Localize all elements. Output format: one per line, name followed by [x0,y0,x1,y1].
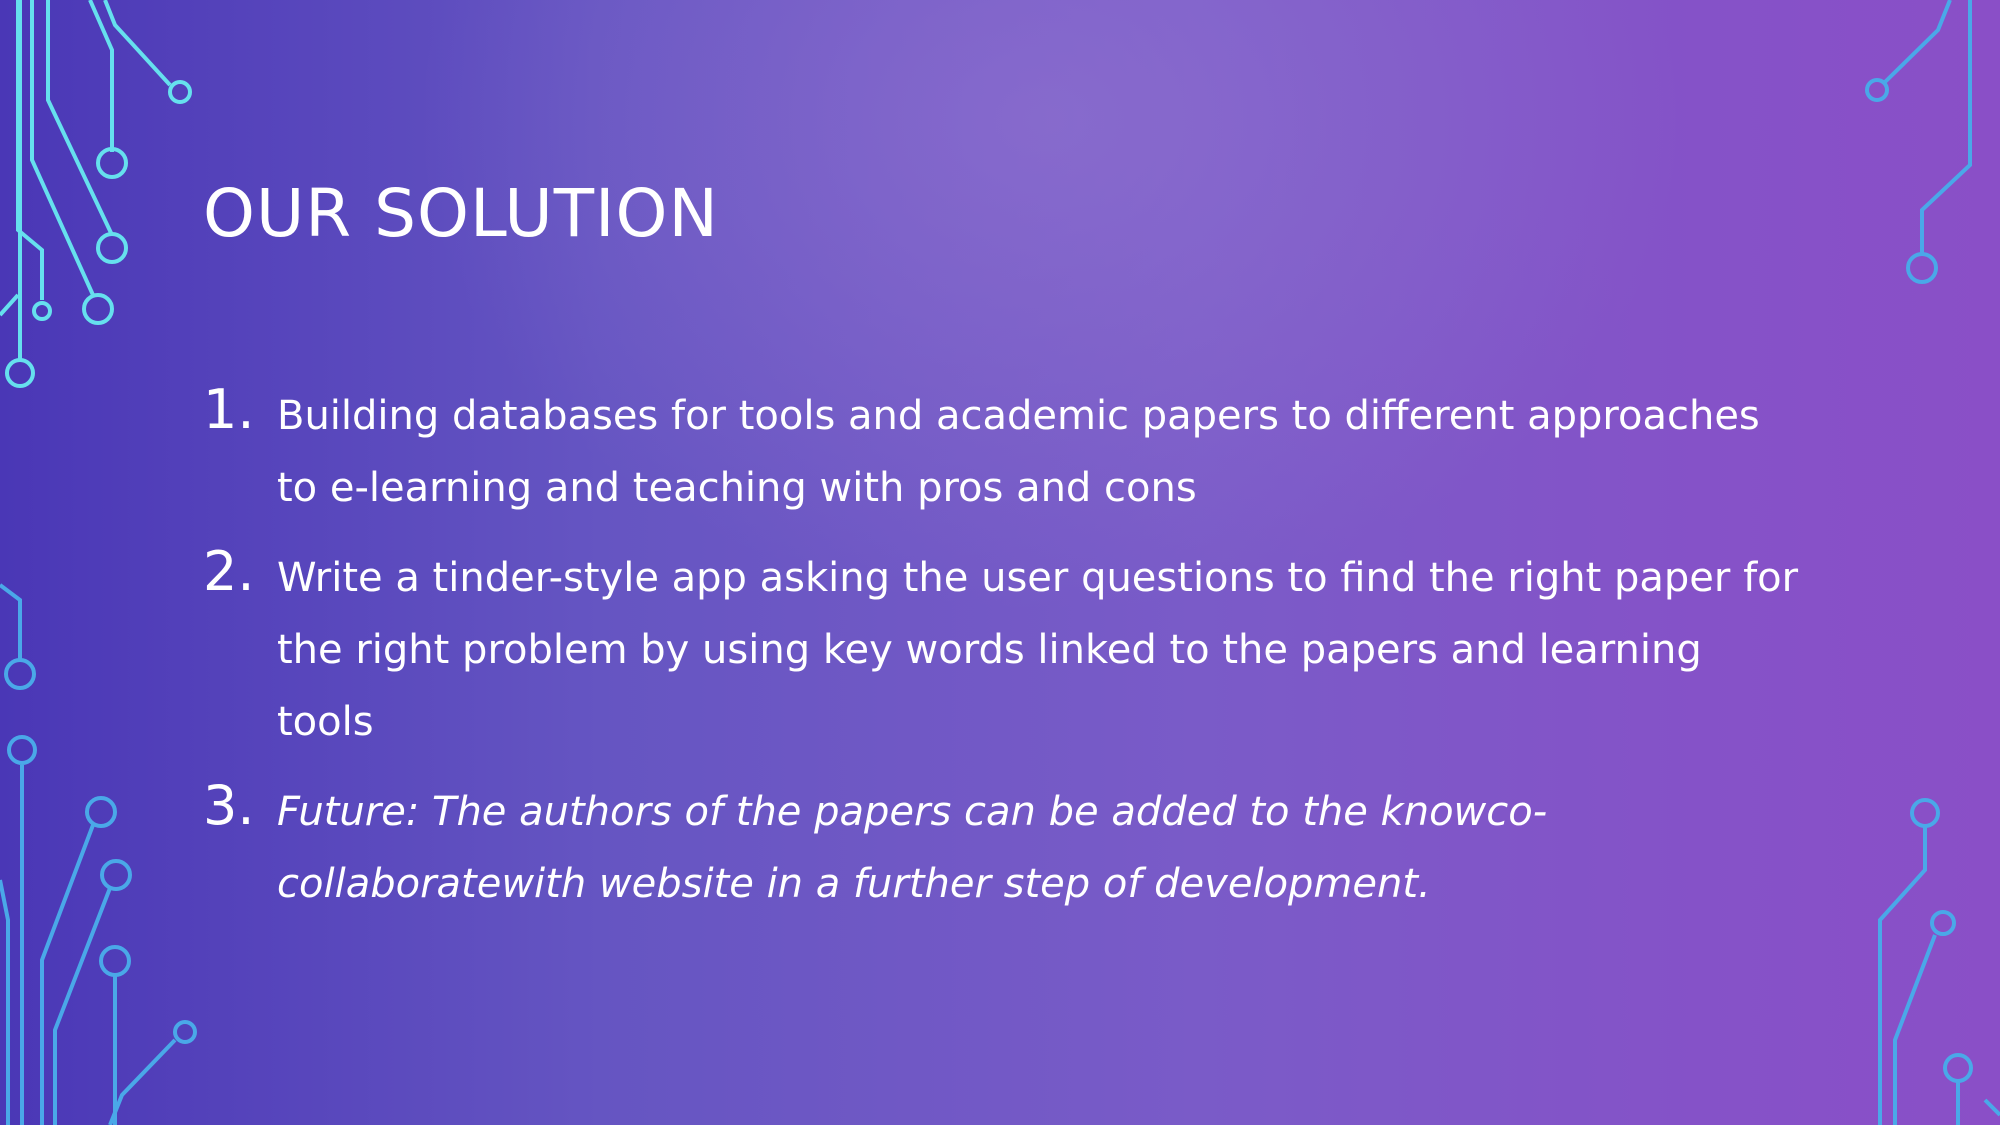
list-item: 3. Future: The authors of the papers can… [203,774,1803,920]
list-item-number: 1. [203,378,255,441]
solution-list: 1. Building databases for tools and acad… [203,378,1803,938]
slide: OUR SOLUTION 1. Building databases for t… [0,0,2000,1125]
list-item: 1. Building databases for tools and acad… [203,378,1803,524]
list-item-text: Write a tinder-style app asking the user… [277,555,1799,745]
list-item-number: 2. [203,540,255,603]
list-item-text: Building databases for tools and academi… [277,393,1760,511]
list-item: 2. Write a tinder-style app asking the u… [203,540,1803,758]
list-item-text: Future: The authors of the papers can be… [277,789,1548,907]
list-item-number: 3. [203,774,255,837]
slide-title: OUR SOLUTION [203,175,719,252]
